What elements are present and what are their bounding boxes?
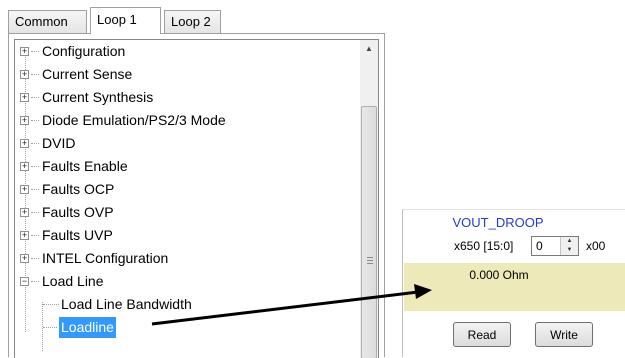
tab-loop-1[interactable]: Loop 1 [90, 7, 161, 34]
scroll-up-arrow-icon[interactable]: ▲ [360, 40, 378, 57]
tree-item-label: Faults UVP [42, 227, 113, 243]
tree-item-diode-emulation[interactable]: + Diode Emulation/PS2/3 Mode [15, 109, 360, 132]
tree-item-label: Current Synthesis [42, 89, 154, 105]
expand-icon[interactable]: + [20, 116, 29, 125]
write-button[interactable]: Write [535, 322, 593, 347]
expand-icon[interactable]: + [20, 185, 29, 194]
tree-item-label-selected: Loadline [59, 317, 116, 338]
tree-item-label: Current Sense [42, 66, 133, 82]
spin-up-icon[interactable]: ▲ [561, 237, 578, 246]
expand-icon[interactable]: + [20, 208, 29, 217]
register-address: x650 [15:0] [454, 239, 514, 253]
expand-icon[interactable]: + [20, 139, 29, 148]
tree-list: + Configuration + Current Sense + Curren… [15, 40, 360, 351]
register-name: VOUT_DROOP [452, 215, 544, 230]
read-button[interactable]: Read [453, 322, 511, 347]
expand-icon[interactable]: + [20, 47, 29, 56]
tree-item-label: Configuration [42, 43, 126, 59]
tree-item-loadline[interactable]: Loadline [15, 316, 360, 339]
expand-icon[interactable]: + [20, 93, 29, 102]
vertical-scrollbar[interactable]: ▲ [360, 40, 378, 358]
tree-item-load-line-bandwidth[interactable]: Load Line Bandwidth [15, 293, 360, 316]
tree-item-current-sense[interactable]: + Current Sense [15, 63, 360, 86]
expand-icon[interactable]: + [20, 254, 29, 263]
register-value-spinner[interactable]: ▲ ▼ [560, 237, 578, 255]
tree-item-label: Load Line [42, 273, 104, 289]
tree-item-label: Faults Enable [42, 158, 128, 174]
tree-item-intel-configuration[interactable]: + INTEL Configuration [15, 247, 360, 270]
register-hex-value: x00 [586, 239, 606, 253]
tree-item-label: DVID [42, 135, 76, 151]
spin-down-icon[interactable]: ▼ [561, 246, 578, 255]
tree-item-load-line[interactable]: − Load Line [15, 270, 360, 293]
tree-item-faults-ovp[interactable]: + Faults OVP [15, 201, 360, 224]
tree-item-faults-enable[interactable]: + Faults Enable [15, 155, 360, 178]
tree-item-current-synthesis[interactable]: + Current Synthesis [15, 86, 360, 109]
tab-common[interactable]: Common [8, 10, 87, 33]
expand-icon[interactable]: + [20, 231, 29, 240]
tree-item-dvid[interactable]: + DVID [15, 132, 360, 155]
tree-item-label: Faults OCP [42, 181, 115, 197]
collapse-icon[interactable]: − [20, 277, 29, 286]
tree-item-faults-ocp[interactable]: + Faults OCP [15, 178, 360, 201]
tree-item-label: Diode Emulation/PS2/3 Mode [42, 112, 226, 128]
expand-icon[interactable]: + [20, 162, 29, 171]
tree-item-label: Load Line Bandwidth [61, 296, 192, 312]
expand-icon[interactable]: + [20, 70, 29, 79]
tree-item-label: INTEL Configuration [42, 250, 169, 266]
scrollbar-thumb[interactable] [361, 106, 377, 358]
tree-item-configuration[interactable]: + Configuration [15, 40, 360, 63]
register-tree-view[interactable]: + Configuration + Current Sense + Curren… [14, 39, 379, 358]
tab-content-panel: + Configuration + Current Sense + Curren… [8, 33, 385, 358]
register-decoded-value: 0.000 Ohm [469, 268, 529, 282]
tree-item-label: Faults OVP [42, 204, 114, 220]
register-editor-panel: VOUT_DROOP x650 [15:0] 0 ▲ ▼ x00 0.000 O… [402, 209, 625, 357]
tree-item-faults-uvp[interactable]: + Faults UVP [15, 224, 360, 247]
tab-loop-2[interactable]: Loop 2 [164, 10, 221, 33]
register-decoded-value-box: 0.000 Ohm [404, 263, 625, 311]
